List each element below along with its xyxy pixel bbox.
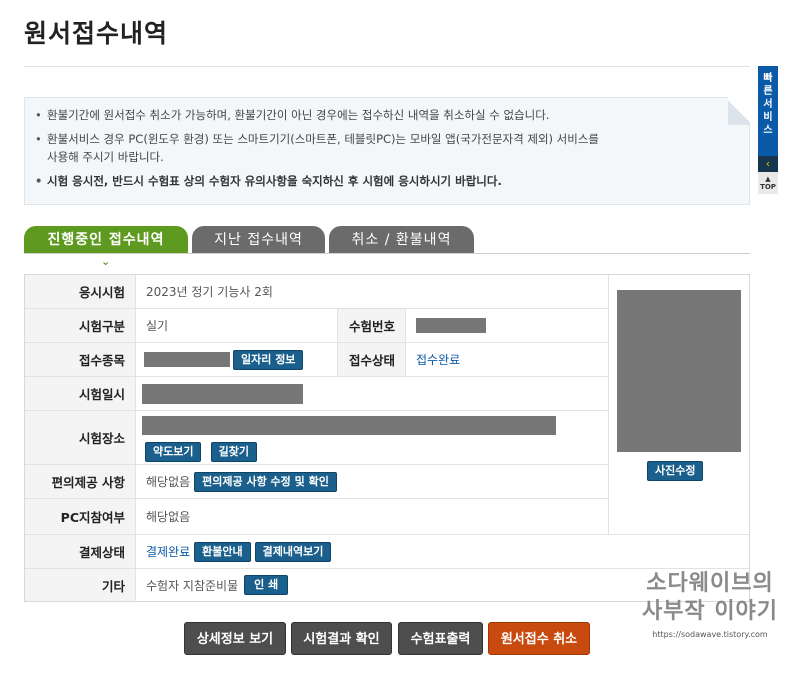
refund-info-button[interactable]: 환불안내 xyxy=(194,541,251,562)
value-payment: 결제완료 환불안내 결제내역보기 xyxy=(146,535,332,568)
label-accommodation: 편의제공 사항 xyxy=(25,465,136,498)
photo-area: 사진수정 xyxy=(608,275,749,535)
label-exam: 응시시험 xyxy=(25,275,136,308)
value-etc: 수험자 지참준비물 인 쇄 xyxy=(146,569,289,601)
label-location: 시험장소 xyxy=(25,411,136,464)
blog-watermark: 소다웨이브의 사부작 이야기 https://sodawave.tistory.… xyxy=(641,571,779,639)
print-button[interactable]: 인 쇄 xyxy=(244,575,289,595)
label-datetime: 시험일시 xyxy=(25,377,136,410)
label-etc: 기타 xyxy=(25,569,136,601)
top-button[interactable]: ▲ TOP xyxy=(758,172,778,194)
value-exam: 2023년 정기 기능사 2회 xyxy=(146,285,273,299)
row-job-field: 접수종목 일자리 정보 접수상태 접수완료 xyxy=(25,343,608,377)
application-info-table: 응시시험 2023년 정기 기능사 2회 시험구분 실기 수험번호 접수종목 일… xyxy=(24,274,750,602)
applicant-photo xyxy=(617,290,741,452)
label-status: 접수상태 xyxy=(337,343,406,376)
photo-edit-button[interactable]: 사진수정 xyxy=(647,461,704,481)
row-category: 시험구분 실기 수험번호 xyxy=(25,309,608,343)
redacted-block xyxy=(144,352,230,367)
notice-item: 환불서비스 경우 PC(윈도우 환경) 또는 스마트기기(스마트폰, 테블릿PC… xyxy=(35,130,749,166)
tab-past[interactable]: 지난 접수내역 xyxy=(192,226,325,254)
redacted-block xyxy=(142,383,303,404)
detail-view-button[interactable]: 상세정보 보기 xyxy=(184,622,286,655)
row-pc: PC지참여부 해당없음 xyxy=(25,499,749,535)
label-pc: PC지참여부 xyxy=(25,499,136,534)
chevron-down-icon: ⌄ xyxy=(101,255,111,268)
value-datetime xyxy=(142,377,303,410)
accommodation-edit-button[interactable]: 편의제공 사항 수정 및 확인 xyxy=(194,471,337,492)
notice-item: 환불기간에 원서접수 취소가 가능하며, 환불기간이 아닌 경우에는 접수하신 … xyxy=(35,106,749,124)
tab-cancel-refund[interactable]: 취소 / 환불내역 xyxy=(329,226,474,254)
map-button[interactable]: 약도보기 xyxy=(145,442,202,462)
row-payment: 결제상태 결제완료 환불안내 결제내역보기 xyxy=(25,535,749,569)
cancel-application-button[interactable]: 원서접수 취소 xyxy=(488,622,590,655)
value-pc: 해당없음 xyxy=(146,510,191,524)
title-divider xyxy=(24,66,750,67)
label-exam-number: 수험번호 xyxy=(337,309,406,342)
label-category: 시험구분 xyxy=(25,309,136,342)
label-payment: 결제상태 xyxy=(25,535,136,568)
row-datetime: 시험일시 xyxy=(25,377,608,411)
value-exam-number xyxy=(416,309,486,342)
value-location: 약도보기 길찾기 xyxy=(142,416,556,462)
page-title: 원서접수내역 xyxy=(24,19,169,48)
route-button[interactable]: 길찾기 xyxy=(210,442,257,462)
job-info-button[interactable]: 일자리 정보 xyxy=(233,349,304,370)
print-ticket-button[interactable]: 수험표출력 xyxy=(398,622,483,655)
row-accommodation: 편의제공 사항 해당없음 편의제공 사항 수정 및 확인 xyxy=(25,465,608,499)
value-job-field: 일자리 정보 xyxy=(144,343,304,376)
notice-item: 시험 응시전, 반드시 수험표 상의 수험자 유의사항을 숙지하신 후 시험에 … xyxy=(35,172,749,190)
exam-result-button[interactable]: 시험결과 확인 xyxy=(291,622,392,655)
label-job-field: 접수종목 xyxy=(25,343,136,376)
row-location: 시험장소 약도보기 길찾기 xyxy=(25,411,608,465)
tab-underline xyxy=(24,253,750,254)
notice-box: 환불기간에 원서접수 취소가 가능하며, 환불기간이 아닌 경우에는 접수하신 … xyxy=(24,97,750,205)
tab-ongoing[interactable]: 진행중인 접수내역 xyxy=(24,226,188,254)
chevron-left-icon[interactable]: ‹ xyxy=(758,156,778,172)
quick-service-menu[interactable]: 빠른서비스 ‹ ▲ TOP xyxy=(758,66,778,194)
redacted-block xyxy=(416,318,486,333)
payment-history-button[interactable]: 결제내역보기 xyxy=(254,541,332,562)
value-category: 실기 xyxy=(146,319,169,333)
quick-service-button[interactable]: 빠른서비스 xyxy=(758,66,778,156)
row-exam: 응시시험 2023년 정기 기능사 2회 xyxy=(25,275,608,309)
value-status: 접수완료 xyxy=(416,353,461,367)
redacted-block xyxy=(142,416,556,435)
value-accommodation: 해당없음 편의제공 사항 수정 및 확인 xyxy=(146,465,337,498)
